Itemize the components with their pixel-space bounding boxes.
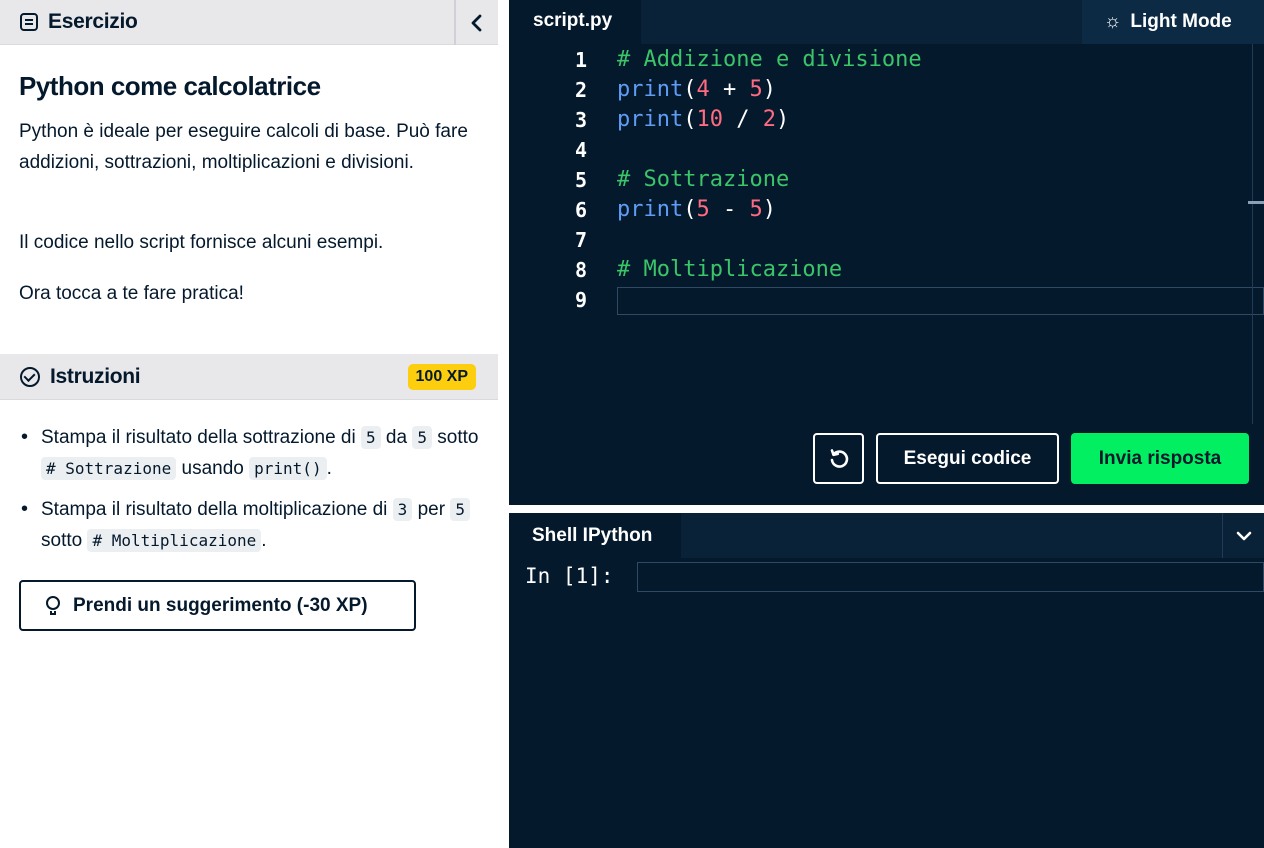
inline-code: print() [249,457,327,480]
chevron-down-icon [1236,531,1251,540]
code-line[interactable]: # Moltiplicazione [617,257,842,282]
list-item: Stampa il risultato della moltiplicazion… [19,494,489,556]
scrollbar-thumb[interactable] [1248,201,1264,204]
light-mode-toggle[interactable]: ☼ Light Mode [1082,0,1264,44]
check-circle-icon [20,366,40,387]
shell-tab-bar: Shell IPython [509,513,1264,558]
code-line[interactable]: print(4 + 5) [617,77,776,102]
chevron-left-icon [471,14,482,31]
code-line[interactable]: # Addizione e divisione [617,47,922,72]
list-item: Stampa il risultato della sottrazione di… [19,422,489,484]
document-icon [20,13,38,31]
shell-prompt: In [1]: [525,564,614,588]
line-number: 4 [574,138,587,162]
run-code-button[interactable]: Esegui codice [876,433,1059,484]
instructions-header: Istruzioni 100 XP [0,354,498,400]
line-number: 9 [574,288,587,312]
exercise-header-label: Esercizio [48,10,138,33]
instructions-header-label: Istruzioni [50,364,141,388]
exercise-panel: Esercizio Python come calcolatrice Pytho… [0,0,507,848]
exercise-call-to-action: Ora tocca a te fare pratica! [19,283,244,304]
tab-script-py[interactable]: script.py [509,0,641,44]
shell-input[interactable] [637,562,1264,592]
reset-button[interactable] [813,433,864,484]
exercise-description: Python è ideale per eseguire calcoli di … [19,121,468,173]
line-number: 1 [574,48,587,72]
editor-tab-bar: script.py ☼ Light Mode [509,0,1264,44]
active-line-highlight[interactable] [617,287,1264,315]
line-number: 6 [574,198,587,222]
ipython-shell: Shell IPython In [1]: [509,513,1264,848]
exercise-title: Python come calcolatrice [19,71,321,101]
inline-code: # Sottrazione [41,457,177,480]
line-number: 8 [574,258,587,282]
code-line[interactable]: print(5 - 5) [617,197,776,222]
instructions-list: Stampa il risultato della sottrazione di… [19,422,489,566]
editor-scrollbar[interactable] [1252,44,1253,424]
code-line[interactable]: print(10 / 2) [617,107,789,132]
xp-badge: 100 XP [407,364,476,390]
shell-collapse-button[interactable] [1222,513,1264,558]
sun-icon: ☼ [1104,11,1122,32]
inline-code: # Moltiplicazione [87,529,262,552]
exercise-header: Esercizio [0,0,498,45]
collapse-panel-button[interactable] [454,0,498,45]
workspace-panel: script.py ☼ Light Mode 1 # Addizione e d… [507,0,1264,848]
line-number: 7 [574,228,587,252]
inline-code: 5 [450,498,470,521]
line-number: 5 [574,168,587,192]
reset-icon [830,448,848,468]
inline-code: 5 [412,426,432,449]
get-hint-label: Prendi un suggerimento (-30 XP) [73,594,368,616]
exercise-note: Il codice nello script fornisce alcuni e… [19,232,384,253]
lightbulb-icon [45,595,61,616]
submit-answer-button[interactable]: Invia risposta [1071,433,1249,484]
code-line[interactable]: # Sottrazione [617,167,789,192]
line-number: 2 [574,78,587,102]
code-editor: script.py ☼ Light Mode 1 # Addizione e d… [509,0,1264,505]
get-hint-button[interactable]: Prendi un suggerimento (-30 XP) [19,580,416,631]
code-area[interactable]: 1 # Addizione e divisione 2 print(4 + 5)… [509,44,1249,414]
inline-code: 5 [361,426,381,449]
light-mode-label: Light Mode [1130,11,1232,32]
inline-code: 3 [392,498,413,521]
line-number: 3 [574,108,587,132]
tab-ipython-shell[interactable]: Shell IPython [509,513,681,558]
